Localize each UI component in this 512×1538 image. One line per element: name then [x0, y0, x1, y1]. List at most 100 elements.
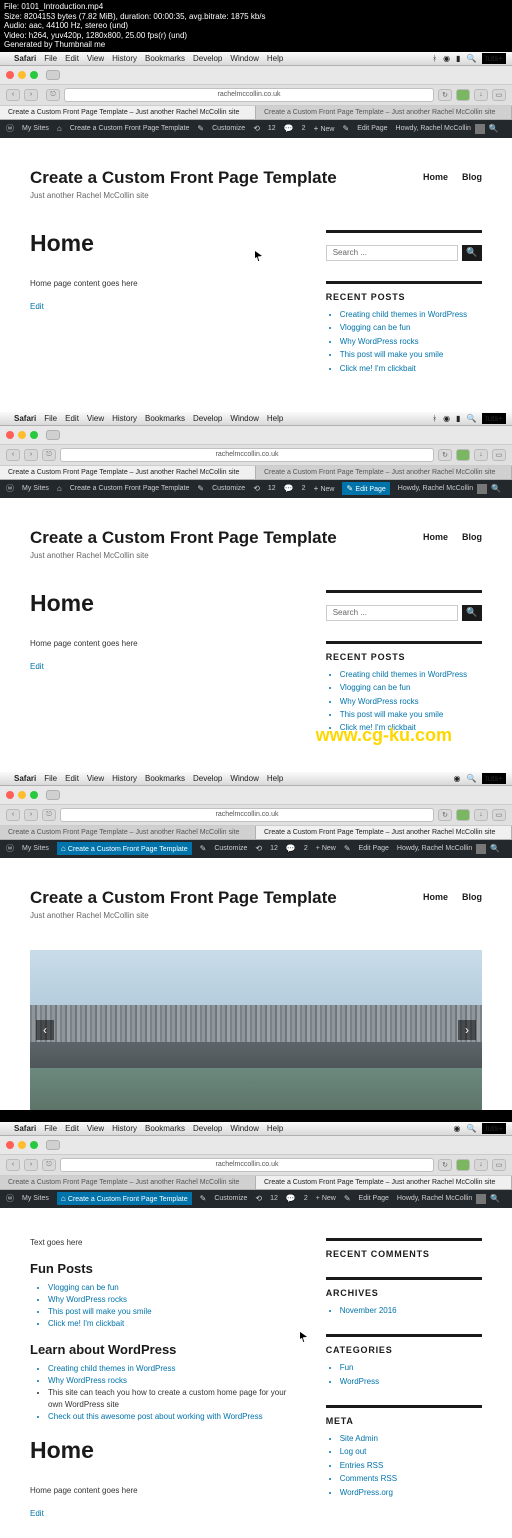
- menu-bookmarks[interactable]: Bookmarks: [145, 774, 185, 783]
- avatar[interactable]: [475, 124, 485, 134]
- wpbar-mysites[interactable]: My Sites: [22, 845, 49, 852]
- search-icon[interactable]: 🔍: [466, 1124, 476, 1133]
- menu-view[interactable]: View: [87, 414, 104, 423]
- downloads-button[interactable]: ↓: [474, 89, 488, 101]
- recent-post-link[interactable]: Click me! I'm clickbait: [340, 364, 482, 374]
- wpbar-mysites[interactable]: My Sites: [22, 1195, 49, 1202]
- menu-view[interactable]: View: [87, 1124, 104, 1133]
- menu-help[interactable]: Help: [267, 414, 283, 423]
- browser-tab[interactable]: Create a Custom Front Page Template – Ju…: [256, 106, 512, 119]
- post-link[interactable]: This post will make you smile: [48, 1306, 296, 1318]
- nav-blog[interactable]: Blog: [462, 172, 482, 182]
- url-field[interactable]: rachelmccollin.co.uk: [60, 1158, 434, 1172]
- menu-bookmarks[interactable]: Bookmarks: [145, 1124, 185, 1133]
- share-button[interactable]: ⎋: [42, 1159, 56, 1171]
- menu-view[interactable]: View: [87, 54, 104, 63]
- comments-icon[interactable]: 💬: [286, 1194, 296, 1203]
- sidebar-toggle-button[interactable]: [46, 430, 60, 440]
- zoom-window-icon[interactable]: [30, 791, 38, 799]
- menu-history[interactable]: History: [112, 1124, 137, 1133]
- share-button[interactable]: ⎋: [42, 449, 56, 461]
- wpbar-count2[interactable]: 2: [302, 125, 306, 132]
- share-button[interactable]: ⎋: [46, 89, 60, 101]
- slider-prev-button[interactable]: ‹: [36, 1020, 54, 1040]
- menu-edit[interactable]: Edit: [65, 1124, 79, 1133]
- recent-post-link[interactable]: Why WordPress rocks: [340, 697, 482, 707]
- wpbar-new[interactable]: + New: [314, 124, 335, 133]
- post-link[interactable]: Check out this awesome post about workin…: [48, 1411, 296, 1423]
- url-field[interactable]: rachelmccollin.co.uk: [64, 88, 434, 102]
- minimize-window-icon[interactable]: [18, 1141, 26, 1149]
- category-link[interactable]: Fun: [340, 1363, 482, 1373]
- tabs-button[interactable]: ▭: [492, 89, 506, 101]
- meta-link[interactable]: Entries RSS: [340, 1461, 482, 1471]
- menu-edit[interactable]: Edit: [65, 414, 79, 423]
- wpbar-sitename-selected[interactable]: ⌂ Create a Custom Front Page Template: [57, 1192, 192, 1205]
- wpbar-customize[interactable]: Customize: [214, 1195, 247, 1202]
- browser-tab[interactable]: Create a Custom Front Page Template – Ju…: [0, 1176, 256, 1189]
- slider-next-button[interactable]: ›: [458, 1020, 476, 1040]
- wifi-icon[interactable]: ◉: [443, 54, 450, 63]
- nav-blog[interactable]: Blog: [462, 892, 482, 902]
- reader-icon[interactable]: [456, 1159, 470, 1171]
- wp-logo-icon[interactable]: ⓦ: [6, 483, 14, 494]
- wpbar-mysites[interactable]: My Sites: [22, 485, 49, 492]
- downloads-button[interactable]: ↓: [474, 809, 488, 821]
- browser-tab[interactable]: Create a Custom Front Page Template – Ju…: [256, 1176, 512, 1189]
- menubar-app[interactable]: Safari: [14, 1124, 36, 1133]
- wifi-icon[interactable]: ◉: [453, 1124, 460, 1133]
- menu-bookmarks[interactable]: Bookmarks: [145, 54, 185, 63]
- wpbar-howdy[interactable]: Howdy, Rachel McCollin: [397, 845, 472, 852]
- reload-button[interactable]: ↻: [438, 89, 452, 101]
- meta-link[interactable]: WordPress.org: [340, 1488, 482, 1498]
- comments-icon[interactable]: 💬: [286, 844, 296, 853]
- minimize-window-icon[interactable]: [18, 71, 26, 79]
- recent-post-link[interactable]: This post will make you smile: [340, 710, 482, 720]
- menu-help[interactable]: Help: [267, 774, 283, 783]
- archive-link[interactable]: November 2016: [340, 1306, 482, 1316]
- menu-file[interactable]: File: [44, 414, 57, 423]
- menu-develop[interactable]: Develop: [193, 54, 222, 63]
- minimize-window-icon[interactable]: [18, 431, 26, 439]
- url-field[interactable]: rachelmccollin.co.uk: [60, 448, 434, 462]
- downloads-button[interactable]: ↓: [474, 449, 488, 461]
- back-button[interactable]: ‹: [6, 1159, 20, 1171]
- wpbar-new[interactable]: + New: [316, 1195, 336, 1202]
- signal-icon[interactable]: ▮: [456, 414, 460, 423]
- downloads-button[interactable]: ↓: [474, 1159, 488, 1171]
- wpbar-new[interactable]: + New: [314, 484, 335, 493]
- menu-history[interactable]: History: [112, 54, 137, 63]
- search-button[interactable]: 🔍: [462, 605, 482, 621]
- wifi-icon[interactable]: ◉: [453, 774, 460, 783]
- tabs-button[interactable]: ▭: [492, 449, 506, 461]
- menu-window[interactable]: Window: [230, 414, 258, 423]
- search-icon[interactable]: 🔍: [466, 774, 476, 783]
- meta-link[interactable]: Comments RSS: [340, 1474, 482, 1484]
- wifi-icon[interactable]: ◉: [443, 414, 450, 423]
- menu-develop[interactable]: Develop: [193, 414, 222, 423]
- post-link[interactable]: Why WordPress rocks: [48, 1294, 296, 1306]
- comments-icon[interactable]: 💬: [284, 124, 294, 133]
- menu-file[interactable]: File: [44, 774, 57, 783]
- menu-window[interactable]: Window: [230, 54, 258, 63]
- avatar[interactable]: [476, 1194, 486, 1204]
- close-window-icon[interactable]: [6, 791, 14, 799]
- wpbar-count1[interactable]: 12: [270, 845, 278, 852]
- wpbar-edit[interactable]: Edit Page: [359, 845, 389, 852]
- browser-tab[interactable]: Create a Custom Front Page Template – Ju…: [0, 826, 256, 839]
- wpbar-new[interactable]: + New: [316, 845, 336, 852]
- menu-develop[interactable]: Develop: [193, 1124, 222, 1133]
- close-window-icon[interactable]: [6, 431, 14, 439]
- post-link[interactable]: Why WordPress rocks: [48, 1375, 296, 1387]
- wp-logo-icon[interactable]: ⓦ: [6, 843, 14, 854]
- menubar-app[interactable]: Safari: [14, 774, 36, 783]
- recent-post-link[interactable]: Creating child themes in WordPress: [340, 310, 482, 320]
- nav-blog[interactable]: Blog: [462, 532, 482, 542]
- search-button[interactable]: 🔍: [462, 245, 482, 261]
- wp-logo-icon[interactable]: ⓦ: [6, 1193, 14, 1204]
- reader-icon[interactable]: [456, 89, 470, 101]
- menubar-app[interactable]: Safari: [14, 414, 36, 423]
- reload-button[interactable]: ↻: [438, 449, 452, 461]
- recent-post-link[interactable]: Why WordPress rocks: [340, 337, 482, 347]
- wpbar-count1[interactable]: 12: [270, 1195, 278, 1202]
